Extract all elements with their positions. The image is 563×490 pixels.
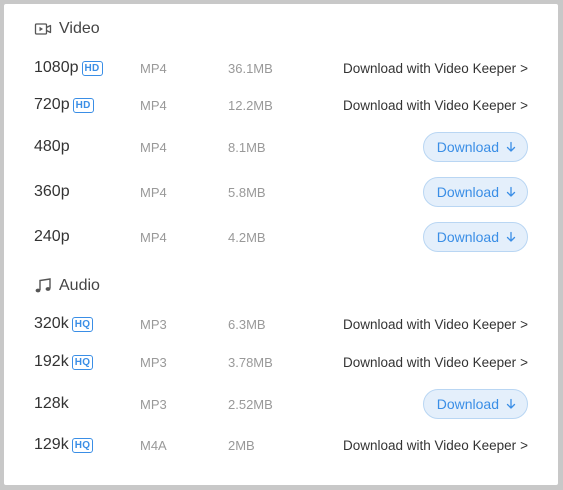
action-cell: Download with Video Keeper > <box>343 317 528 332</box>
chevron-right-icon: > <box>520 354 528 370</box>
action-cell: Download with Video Keeper > <box>343 355 528 370</box>
quality-cell: 360p <box>34 183 140 201</box>
format-label: M4A <box>140 437 167 453</box>
quality-cell: 1080p HD <box>34 59 140 77</box>
download-button[interactable]: Download <box>422 389 528 419</box>
file-size-label: 2MB <box>228 437 255 453</box>
quality-badge: HD <box>81 60 103 76</box>
file-size-label: 8.1MB <box>228 139 266 155</box>
link-label: Download with Video Keeper <box>342 354 517 370</box>
download-row: 240p MP4 4.2MB Download <box>34 222 528 252</box>
download-arrow-icon <box>505 231 517 243</box>
action-cell: Download <box>422 389 528 419</box>
quality-label: 1080p <box>34 59 79 76</box>
download-button[interactable]: Download <box>422 222 528 252</box>
chevron-right-icon: > <box>520 60 528 76</box>
download-row: 480p MP4 8.1MB Download <box>34 132 528 162</box>
download-with-video-keeper-link[interactable]: Download with Video Keeper > <box>343 61 528 76</box>
download-with-video-keeper-link[interactable]: Download with Video Keeper > <box>343 317 528 332</box>
link-label: Download with Video Keeper <box>342 60 517 76</box>
quality-cell: 128k <box>34 395 140 413</box>
link-label: Download with Video Keeper <box>342 316 517 332</box>
file-size-label: 12.2MB <box>228 97 273 113</box>
quality-label: 192k <box>34 353 69 370</box>
file-size-label: 36.1MB <box>228 60 273 76</box>
download-row: 320k HQ MP3 6.3MB Download with Video Keeper… <box>34 309 528 339</box>
quality-cell: 240p <box>34 228 140 246</box>
download-button-label: Download <box>436 396 499 412</box>
download-row: 128k MP3 2.52MB Download <box>34 389 528 419</box>
action-cell: Download with Video Keeper > <box>343 61 528 76</box>
format-label: MP3 <box>140 396 167 412</box>
quality-cell: 192k HQ <box>34 353 140 371</box>
download-row: 1080p HD MP4 36.1MB Download with Video Keep… <box>34 53 528 83</box>
download-button[interactable]: Download <box>422 177 528 207</box>
download-arrow-icon <box>505 141 517 153</box>
download-button-label: Download <box>436 229 499 245</box>
audio-section-header: Audio <box>34 277 100 295</box>
quality-label: 129k <box>34 436 69 453</box>
format-label: MP3 <box>140 354 167 370</box>
video-section-header: Video <box>34 20 100 38</box>
chevron-right-icon: > <box>520 437 528 453</box>
quality-badge: HQ <box>71 316 94 332</box>
download-button[interactable]: Download <box>422 132 528 162</box>
download-arrow-icon <box>505 186 517 198</box>
download-button-label: Download <box>436 184 499 200</box>
quality-label: 720p <box>34 96 70 113</box>
quality-label: 360p <box>34 183 70 200</box>
format-label: MP4 <box>140 184 167 200</box>
file-size-label: 3.78MB <box>228 354 273 370</box>
download-panel: Video 1080p HD MP4 36.1MB Download with Vide… <box>4 4 558 485</box>
download-with-video-keeper-link[interactable]: Download with Video Keeper > <box>343 98 528 113</box>
chevron-right-icon: > <box>520 316 528 332</box>
action-cell: Download with Video Keeper > <box>343 438 528 453</box>
download-row: 720p HD MP4 12.2MB Download with Video Keepe… <box>34 90 528 120</box>
format-label: MP3 <box>140 316 167 332</box>
link-label: Download with Video Keeper <box>342 437 517 453</box>
download-with-video-keeper-link[interactable]: Download with Video Keeper > <box>343 355 528 370</box>
music-note-icon <box>34 277 52 295</box>
action-cell: Download with Video Keeper > <box>343 98 528 113</box>
download-button-label: Download <box>436 139 499 155</box>
quality-cell: 720p HD <box>34 96 140 114</box>
quality-label: 128k <box>34 395 69 412</box>
quality-cell: 129k HQ <box>34 436 140 454</box>
video-section-title: Video <box>59 20 100 37</box>
action-cell: Download <box>422 177 528 207</box>
quality-badge: HD <box>72 97 94 113</box>
download-row: 192k HQ MP3 3.78MB Download with Video Keepe… <box>34 347 528 377</box>
quality-badge: HQ <box>71 437 94 453</box>
file-size-label: 6.3MB <box>228 316 266 332</box>
quality-label: 240p <box>34 228 70 245</box>
download-arrow-icon <box>505 398 517 410</box>
format-label: MP4 <box>140 229 167 245</box>
file-size-label: 5.8MB <box>228 184 266 200</box>
audio-section-title: Audio <box>59 277 100 294</box>
download-row: 129k HQ M4A 2MB Download with Video Keeper > <box>34 430 528 460</box>
quality-label: 320k <box>34 315 69 332</box>
quality-cell: 320k HQ <box>34 315 140 333</box>
file-size-label: 4.2MB <box>228 229 266 245</box>
video-icon <box>34 20 52 38</box>
action-cell: Download <box>422 222 528 252</box>
quality-label: 480p <box>34 138 70 155</box>
download-with-video-keeper-link[interactable]: Download with Video Keeper > <box>343 438 528 453</box>
format-label: MP4 <box>140 60 167 76</box>
chevron-right-icon: > <box>520 97 528 113</box>
file-size-label: 2.52MB <box>228 396 273 412</box>
download-row: 360p MP4 5.8MB Download <box>34 177 528 207</box>
format-label: MP4 <box>140 97 167 113</box>
quality-badge: HQ <box>71 354 94 370</box>
link-label: Download with Video Keeper <box>342 97 517 113</box>
format-label: MP4 <box>140 139 167 155</box>
action-cell: Download <box>422 132 528 162</box>
quality-cell: 480p <box>34 138 140 156</box>
